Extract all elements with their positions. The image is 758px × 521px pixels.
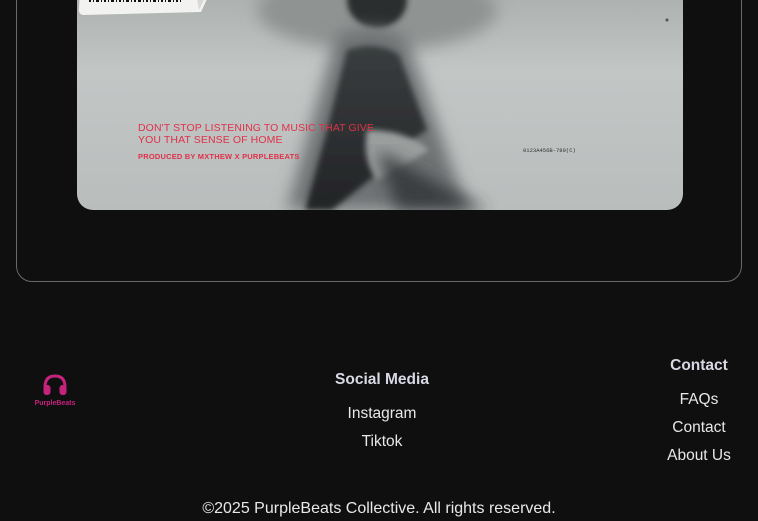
footer-logo[interactable]: PurpleBeats xyxy=(32,373,78,407)
headphones-icon xyxy=(43,374,67,395)
contact-link[interactable]: Contact xyxy=(659,414,739,442)
site-footer: PurpleBeats Social Media Instagram Tikto… xyxy=(0,340,758,521)
contact-heading: Contact xyxy=(670,357,728,374)
barcode-number: 0123A456B-789(C) xyxy=(523,147,576,154)
barcode-sticker xyxy=(78,0,207,15)
faqs-link[interactable]: FAQs xyxy=(659,386,739,414)
album-cover-image: DON'T STOP LISTENING TO MUSIC THAT GIVE … xyxy=(77,0,683,210)
social-media-heading: Social Media xyxy=(335,371,429,388)
hero-tagline: DON'T STOP LISTENING TO MUSIC THAT GIVE … xyxy=(138,122,374,146)
copyright-text: ©2025 PurpleBeats Collective. All rights… xyxy=(202,500,556,517)
contact-section: Contact FAQs Contact About Us xyxy=(659,357,739,470)
logo-text: PurpleBeats xyxy=(34,400,76,407)
social-media-section: Social Media Instagram Tiktok xyxy=(332,371,432,456)
instagram-link[interactable]: Instagram xyxy=(332,400,432,428)
blurred-figure-artwork xyxy=(257,0,669,210)
tiktok-link[interactable]: Tiktok xyxy=(332,428,432,456)
about-us-link[interactable]: About Us xyxy=(659,442,739,470)
hero-credit: PRODUCED BY MXTHEW X PURPLEBEATS xyxy=(138,152,300,161)
hero-text-block: DON'T STOP LISTENING TO MUSIC THAT GIVE … xyxy=(138,122,398,161)
